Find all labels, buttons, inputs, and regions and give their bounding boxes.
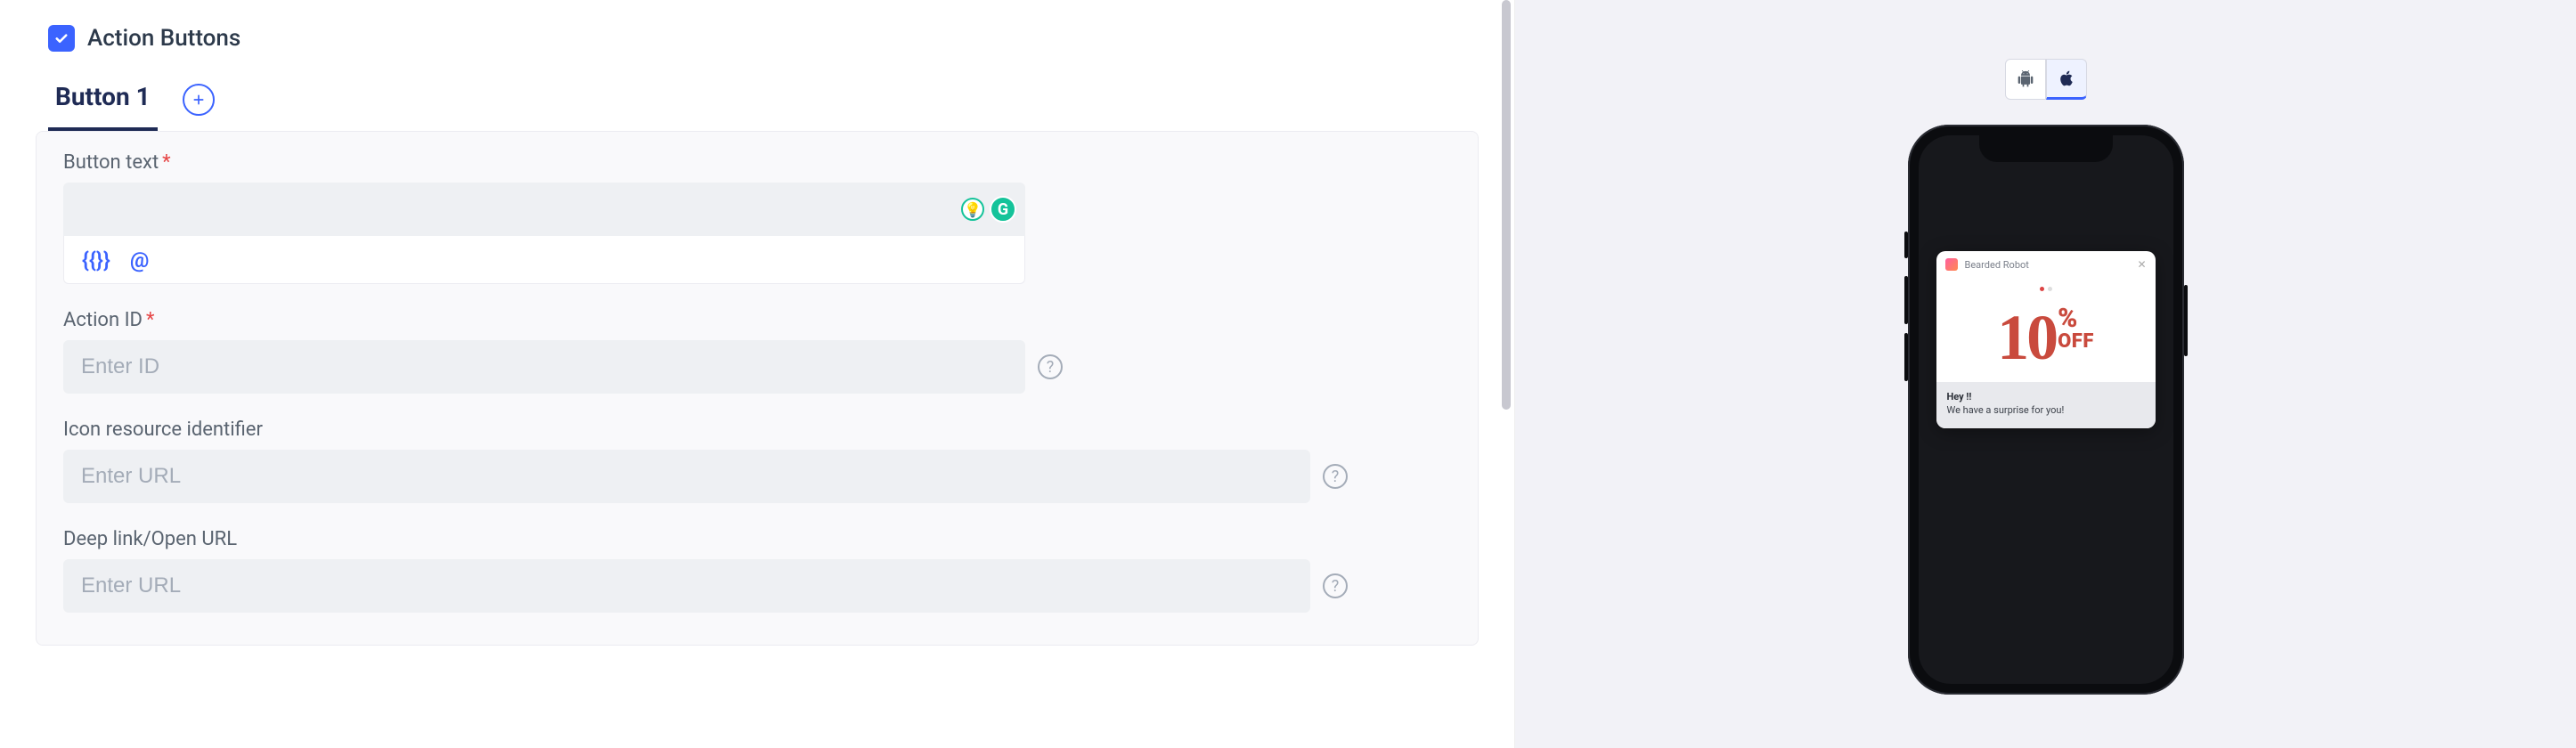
insert-variable-button[interactable]: {{}} xyxy=(82,248,110,272)
deep-link-input[interactable] xyxy=(63,559,1310,613)
action-id-input[interactable] xyxy=(63,340,1025,394)
field-action-id: Action ID* ? xyxy=(63,309,1451,394)
label-action-id: Action ID* xyxy=(63,309,1451,331)
phone-frame: Bearded Robot ✕ 10%OFF Hey !! We have a … xyxy=(1908,125,2184,695)
help-icon[interactable]: ? xyxy=(1323,573,1348,598)
tab-button-1[interactable]: Button 1 xyxy=(48,68,158,131)
tabs-row: Button 1 xyxy=(36,68,1479,131)
action-buttons-checkbox[interactable] xyxy=(48,25,75,52)
field-icon-resource: Icon resource identifier ? xyxy=(63,419,1451,503)
notification-body: We have a surprise for you! xyxy=(1947,404,2145,416)
platform-ios-button[interactable] xyxy=(2046,59,2087,100)
notification-card: Bearded Robot ✕ 10%OFF Hey !! We have a … xyxy=(1936,251,2156,428)
app-name: Bearded Robot xyxy=(1965,259,2029,271)
help-icon[interactable]: ? xyxy=(1323,464,1348,489)
section-header: Action Buttons xyxy=(36,16,1479,68)
platform-android-button[interactable] xyxy=(2005,59,2046,100)
card-header: Bearded Robot ✕ xyxy=(1936,251,2156,278)
help-icon[interactable]: ? xyxy=(1038,354,1063,379)
section-title: Action Buttons xyxy=(87,25,240,52)
button-text-toolbar: {{}} @ xyxy=(63,236,1025,284)
plus-icon xyxy=(192,93,206,107)
field-button-text: Button text* 💡 G {{}} @ xyxy=(63,151,1451,284)
phone-notch xyxy=(1979,135,2113,162)
phone-side-button xyxy=(2184,285,2188,356)
check-icon xyxy=(53,30,69,46)
add-button-tab[interactable] xyxy=(183,84,215,116)
promo-image: 10%OFF xyxy=(1936,298,2156,382)
label-button-text: Button text* xyxy=(63,151,1451,174)
label-icon-resource: Icon resource identifier xyxy=(63,419,1451,441)
lightbulb-icon[interactable]: 💡 xyxy=(961,198,984,221)
dot-inactive xyxy=(2048,287,2052,291)
scrollbar-thumb[interactable] xyxy=(1502,0,1511,410)
carousel-dots xyxy=(1936,278,2156,298)
form-pane: Action Buttons Button 1 Button text* 💡 G… xyxy=(0,0,1514,748)
phone-side-button xyxy=(1904,276,1908,324)
apple-icon xyxy=(2058,69,2075,87)
platform-toggle xyxy=(2005,59,2087,100)
label-deep-link: Deep link/Open URL xyxy=(63,528,1451,550)
icon-resource-input[interactable] xyxy=(63,450,1310,503)
phone-screen: Bearded Robot ✕ 10%OFF Hey !! We have a … xyxy=(1919,135,2173,684)
android-icon xyxy=(2017,70,2034,88)
required-marker: * xyxy=(162,151,170,174)
button-text-input[interactable]: 💡 G xyxy=(63,183,1025,236)
promo-percent: % xyxy=(2058,305,2094,332)
form-body: Button text* 💡 G {{}} @ Action ID* ? xyxy=(36,131,1479,646)
card-footer: Hey !! We have a surprise for you! xyxy=(1936,382,2156,428)
dot-active xyxy=(2040,287,2044,291)
promo-number: 10 xyxy=(1997,305,2056,370)
insert-mention-button[interactable]: @ xyxy=(130,248,150,272)
close-icon[interactable]: ✕ xyxy=(2137,258,2146,271)
grammarly-icon[interactable]: G xyxy=(990,196,1016,223)
phone-side-button xyxy=(1904,333,1908,381)
promo-off: OFF xyxy=(2058,332,2094,352)
preview-pane: Bearded Robot ✕ 10%OFF Hey !! We have a … xyxy=(1514,0,2576,748)
app-icon xyxy=(1945,258,1958,271)
field-deep-link: Deep link/Open URL ? xyxy=(63,528,1451,613)
required-marker: * xyxy=(146,309,154,331)
grammarly-badges: 💡 G xyxy=(961,196,1016,223)
phone-side-button xyxy=(1904,232,1908,258)
notification-title: Hey !! xyxy=(1947,391,2145,402)
